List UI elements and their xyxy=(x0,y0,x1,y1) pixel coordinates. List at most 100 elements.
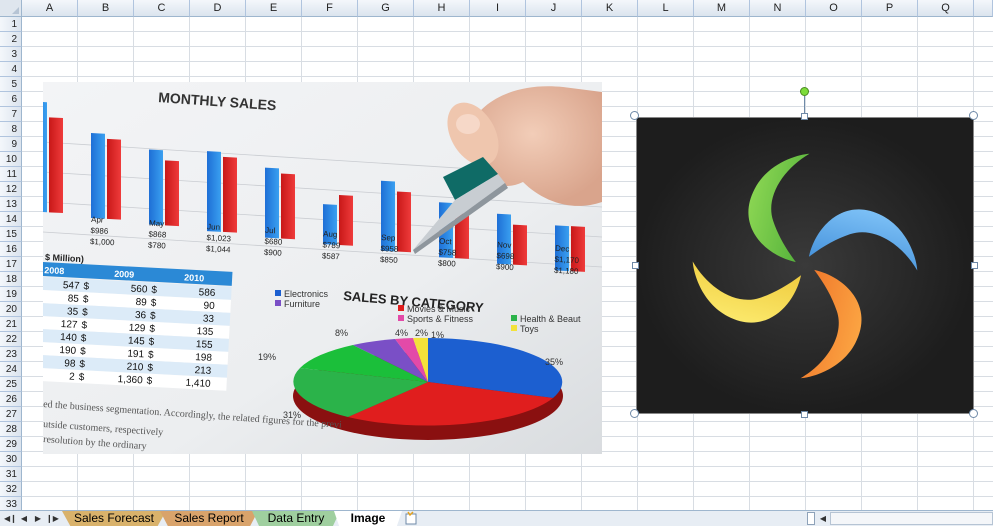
row-header-17[interactable]: 17 xyxy=(0,257,22,272)
row-header-25[interactable]: 25 xyxy=(0,377,22,392)
column-header-J[interactable]: J xyxy=(526,0,582,17)
row-header-8[interactable]: 8 xyxy=(0,122,22,137)
photo-bar-blue xyxy=(91,133,105,219)
row-header-11[interactable]: 11 xyxy=(0,167,22,182)
select-all-corner[interactable] xyxy=(0,0,22,17)
row-header-16[interactable]: 16 xyxy=(0,242,22,257)
photo-month-label: $800 xyxy=(438,259,457,269)
grid-row-line xyxy=(22,466,993,467)
tab-sales-report[interactable]: Sales Report xyxy=(160,511,258,526)
photo-month-label: $758 xyxy=(438,248,457,258)
column-header-I[interactable]: I xyxy=(470,0,526,17)
column-header-C[interactable]: C xyxy=(134,0,190,17)
row-header-19[interactable]: 19 xyxy=(0,287,22,302)
resize-handle-left[interactable] xyxy=(632,262,639,269)
photo-bar-red xyxy=(223,156,237,233)
spreadsheet-grid[interactable]: ABCDEFGHIJKLMNOPQ 1 2 3 4 5 6 7 8 9 10 11 12 13 14 15 1… xyxy=(0,0,993,510)
photo-month-label: Aug xyxy=(323,229,338,239)
column-header-G[interactable]: G xyxy=(358,0,414,17)
tab-image[interactable]: Image xyxy=(334,511,402,527)
column-header-L[interactable]: L xyxy=(638,0,694,17)
row-header-4[interactable]: 4 xyxy=(0,62,22,77)
grid-row-line xyxy=(22,31,993,32)
photo-table-dollar: $ xyxy=(82,307,89,318)
photo-month-label: $698 xyxy=(496,251,515,261)
row-header-5[interactable]: 5 xyxy=(0,77,22,92)
row-header-23[interactable]: 23 xyxy=(0,347,22,362)
photo-table-cell: 213 xyxy=(194,365,212,377)
next-sheet-icon[interactable]: ▶ xyxy=(32,512,44,525)
resize-handle-top-left[interactable] xyxy=(630,111,639,120)
row-header-10[interactable]: 10 xyxy=(0,152,22,167)
row-header-9[interactable]: 9 xyxy=(0,137,22,152)
photo-bar-red xyxy=(571,226,585,272)
photo-month-label: $850 xyxy=(380,255,399,265)
tab-sales-forecast[interactable]: Sales Forecast xyxy=(62,511,166,526)
column-header-K[interactable]: K xyxy=(582,0,638,17)
column-header-P[interactable]: P xyxy=(862,0,918,17)
photo-month-label: $958 xyxy=(380,244,399,254)
resize-handle-bottom-left[interactable] xyxy=(630,409,639,418)
column-header-M[interactable]: M xyxy=(694,0,750,17)
tab-split-handle[interactable] xyxy=(807,512,815,525)
horizontal-scrollbar[interactable] xyxy=(830,512,993,525)
column-header-E[interactable]: E xyxy=(246,0,302,17)
photo-table-cell: 586 xyxy=(198,287,216,299)
scroll-left-icon[interactable]: ◀ xyxy=(817,512,829,525)
row-header-13[interactable]: 13 xyxy=(0,197,22,212)
row-header-20[interactable]: 20 xyxy=(0,302,22,317)
resize-handle-top[interactable] xyxy=(801,113,808,120)
photo-table-cell: 145 xyxy=(128,336,146,348)
row-header-18[interactable]: 18 xyxy=(0,272,22,287)
photo-table-dollar: $ xyxy=(149,324,156,335)
column-header-O[interactable]: O xyxy=(806,0,862,17)
photo-month-label: Jun xyxy=(207,222,220,232)
insert-sheet-icon[interactable] xyxy=(402,511,422,526)
grid-row-line xyxy=(22,481,993,482)
row-header-28[interactable]: 28 xyxy=(0,422,22,437)
row-header-22[interactable]: 22 xyxy=(0,332,22,347)
photo-table-dollar: $ xyxy=(150,298,157,309)
row-header-24[interactable]: 24 xyxy=(0,362,22,377)
photo-month-label: $680 xyxy=(264,237,283,247)
column-header-F[interactable]: F xyxy=(302,0,358,17)
photo-table-cell: 198 xyxy=(195,352,213,364)
column-header-B[interactable]: B xyxy=(78,0,134,17)
row-header-15[interactable]: 15 xyxy=(0,227,22,242)
photo-table-cell: 140 xyxy=(60,332,78,344)
row-header-30[interactable]: 30 xyxy=(0,452,22,467)
row-header-21[interactable]: 21 xyxy=(0,317,22,332)
photo-table-cell: 2 xyxy=(69,372,76,383)
row-header-29[interactable]: 29 xyxy=(0,437,22,452)
row-header-32[interactable]: 32 xyxy=(0,482,22,497)
resize-handle-bottom[interactable] xyxy=(801,411,808,418)
row-header-33[interactable]: 33 xyxy=(0,497,22,510)
last-sheet-icon[interactable]: ❙▶ xyxy=(46,512,59,525)
prev-sheet-icon[interactable]: ◀ xyxy=(18,512,30,525)
tab-data-entry[interactable]: Data Entry xyxy=(252,511,340,526)
column-header-H[interactable]: H xyxy=(414,0,470,17)
row-header-31[interactable]: 31 xyxy=(0,467,22,482)
row-header-2[interactable]: 2 xyxy=(0,32,22,47)
row-header-6[interactable]: 6 xyxy=(0,92,22,107)
row-header-3[interactable]: 3 xyxy=(0,47,22,62)
photo-bar-blue xyxy=(43,101,47,213)
column-header-Q[interactable]: Q xyxy=(918,0,974,17)
photo-table-cell: 190 xyxy=(59,345,77,357)
rotation-handle[interactable] xyxy=(800,87,809,96)
column-header-D[interactable]: D xyxy=(190,0,246,17)
row-header-26[interactable]: 26 xyxy=(0,392,22,407)
row-header-1[interactable]: 1 xyxy=(0,17,22,32)
row-header-12[interactable]: 12 xyxy=(0,182,22,197)
logo-image[interactable] xyxy=(636,117,974,414)
first-sheet-icon[interactable]: ◀❙ xyxy=(4,512,17,525)
resize-handle-bottom-right[interactable] xyxy=(969,409,978,418)
sales-chart-photo[interactable]: MONTHLY SALES Apr $986 $1,000 May $868 $780 Ju… xyxy=(43,82,602,454)
row-header-7[interactable]: 7 xyxy=(0,107,22,122)
resize-handle-right[interactable] xyxy=(971,262,978,269)
row-header-27[interactable]: 27 xyxy=(0,407,22,422)
column-header-N[interactable]: N xyxy=(750,0,806,17)
column-header-A[interactable]: A xyxy=(22,0,78,17)
resize-handle-top-right[interactable] xyxy=(969,111,978,120)
row-header-14[interactable]: 14 xyxy=(0,212,22,227)
